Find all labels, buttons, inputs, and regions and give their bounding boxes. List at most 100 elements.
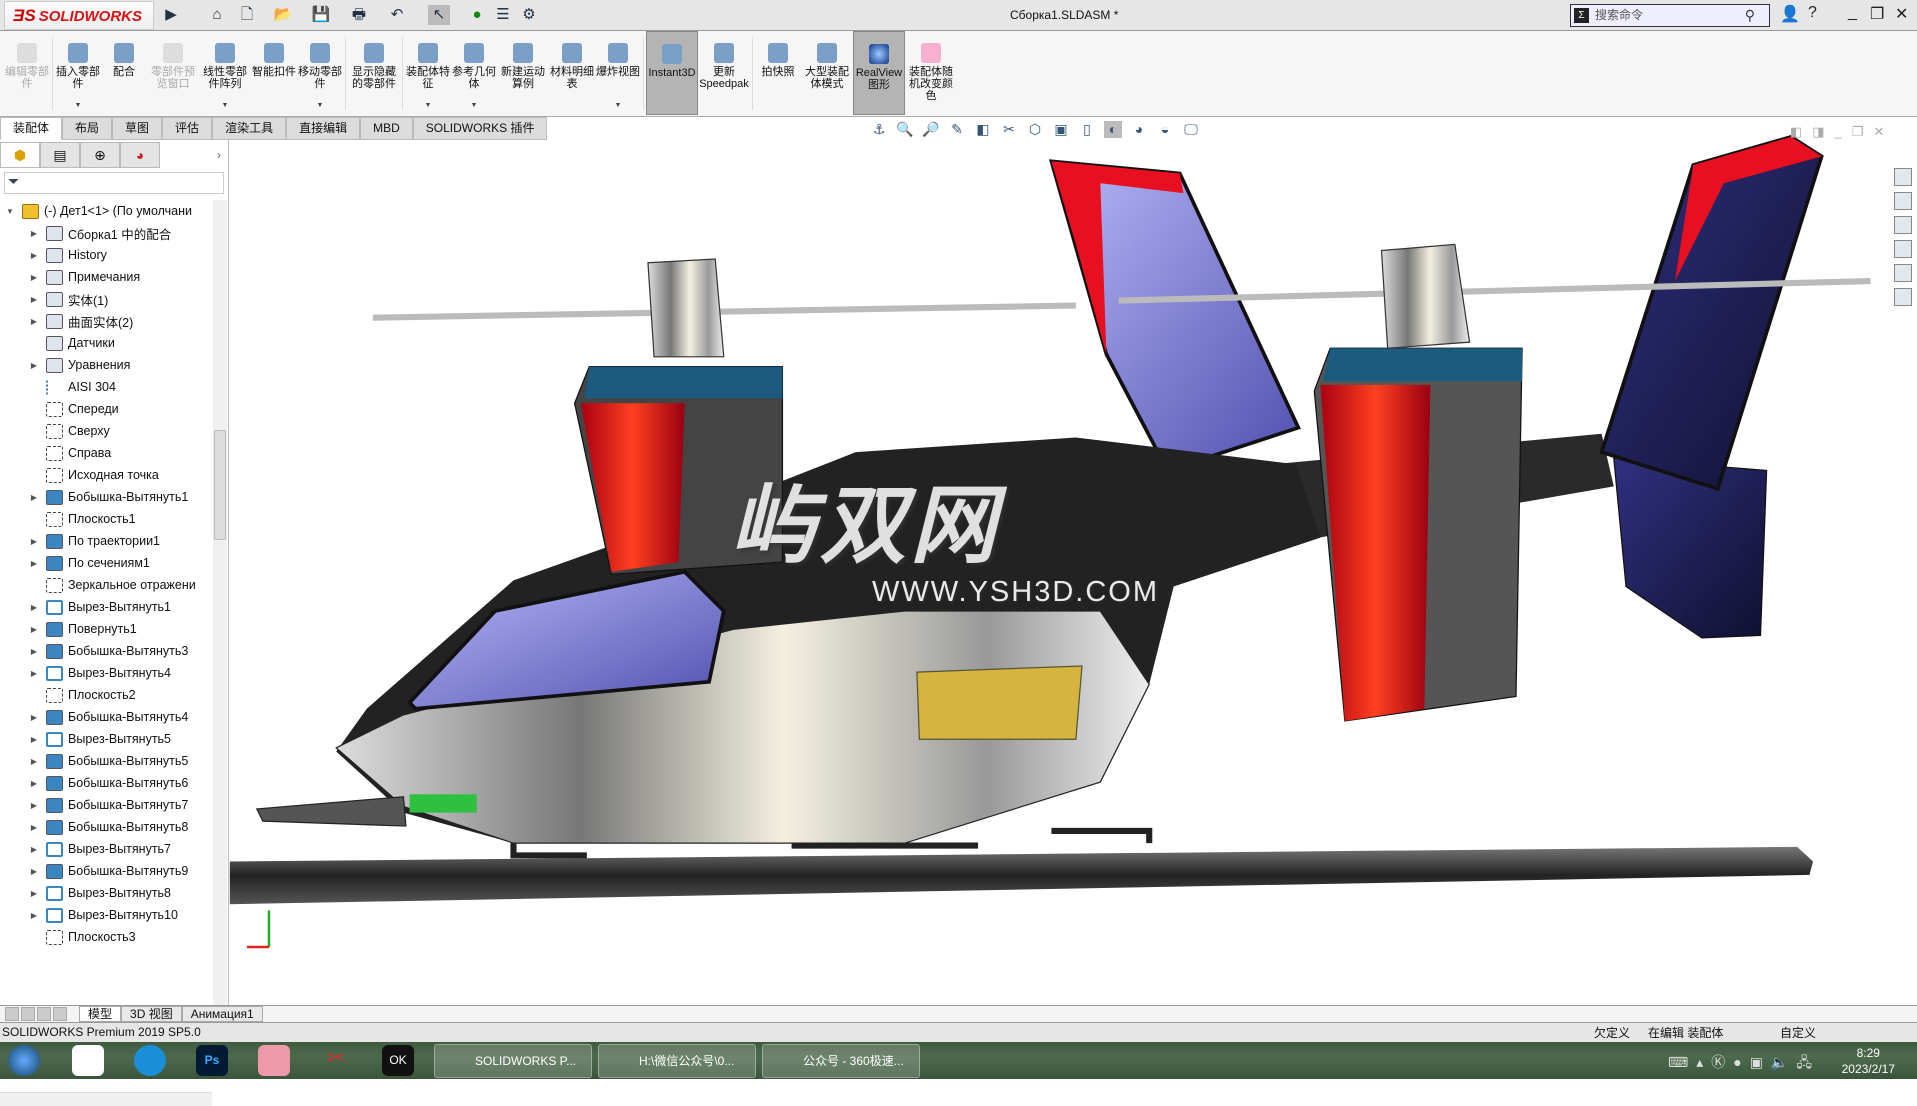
view-cube-icon[interactable]: ⬡ — [1026, 121, 1044, 138]
baidu-netdisk-icon[interactable] — [72, 1045, 104, 1076]
dynamic-annotation-icon[interactable]: ✂ — [1000, 121, 1018, 138]
dropdown-arrow-icon[interactable]: ▼ — [425, 100, 432, 112]
tree-item[interactable]: ▶ Бобышка-Вытянуть8 — [0, 816, 212, 838]
ribbon-button-12[interactable]: 爆炸视图 ▼ — [595, 31, 641, 115]
browser-icon[interactable] — [134, 1045, 166, 1076]
rebuild-icon[interactable]: ● — [466, 5, 488, 25]
tree-item[interactable]: AISI 304 — [0, 376, 212, 398]
tree-item[interactable]: Справа — [0, 442, 212, 464]
expand-arrow-icon[interactable]: ▶ — [28, 295, 40, 304]
options-gear-icon[interactable]: ⚙ — [518, 5, 540, 25]
dropdown-arrow-icon[interactable]: ▼ — [615, 100, 622, 112]
zoom-to-fit-icon[interactable]: 🔍 — [896, 121, 914, 138]
tree-item[interactable]: ▶ Вырез-Вытянуть7 — [0, 838, 212, 860]
tree-item[interactable]: Спереди — [0, 398, 212, 420]
print-icon[interactable]: 🖶 — [348, 5, 370, 25]
expand-arrow-icon[interactable]: ▶ — [28, 823, 40, 832]
dropdown-arrow-icon[interactable]: ▼ — [317, 100, 324, 112]
search-commands-input[interactable]: Σ 搜索命令 ⚲ — [1570, 4, 1770, 27]
scrollbar-thumb[interactable] — [214, 430, 226, 540]
start-button[interactable] — [8, 1045, 40, 1076]
ribbon-button-7[interactable]: 显示隐藏的零部件 — [348, 31, 400, 115]
expand-arrow-icon[interactable]: ▶ — [28, 251, 40, 260]
tree-item[interactable]: Плоскость3 — [0, 926, 212, 948]
tree-item[interactable]: ▶ По сечениям1 — [0, 552, 212, 574]
featuremanager-tab-icon[interactable]: ⬢ — [0, 142, 40, 168]
expand-arrow-icon[interactable]: ▶ — [28, 273, 40, 282]
tree-item[interactable]: ▶ Бобышка-Вытянуть6 — [0, 772, 212, 794]
displaymanager-tab-icon[interactable]: ◕ — [120, 142, 160, 168]
tab-5[interactable]: 直接编辑 — [286, 117, 361, 140]
tree-item[interactable]: ▶ По траектории1 — [0, 530, 212, 552]
apply-scene-icon[interactable]: ◕ — [1130, 121, 1148, 138]
expand-arrow-icon[interactable]: ▶ — [28, 889, 40, 898]
expand-arrow-icon[interactable]: ▶ — [28, 867, 40, 876]
expand-arrow-icon[interactable]: ▶ — [28, 757, 40, 766]
last-tab-button[interactable] — [53, 1007, 67, 1021]
tree-item[interactable]: ▼ (-) Дет1<1> (По умолчани — [0, 200, 212, 222]
file-explorer-icon[interactable] — [1894, 216, 1912, 234]
ribbon-button-13[interactable]: Instant3D — [646, 31, 698, 115]
tab-model[interactable]: 模型 — [79, 1006, 122, 1022]
restore-button[interactable]: ❐ — [1870, 4, 1884, 24]
dropdown-arrow-icon[interactable]: ▼ — [222, 100, 229, 112]
tree-item[interactable]: ▶ Бобышка-Вытянуть1 — [0, 486, 212, 508]
minimize-button[interactable]: _ — [1848, 4, 1857, 22]
tree-item[interactable]: Плоскость1 — [0, 508, 212, 530]
new-file-icon[interactable]: 🗋 — [236, 5, 258, 25]
photo-app-icon[interactable] — [258, 1045, 290, 1076]
open-icon[interactable]: 📂 — [272, 5, 294, 25]
tab-3[interactable]: 评估 — [162, 117, 213, 140]
resources-icon[interactable] — [1894, 168, 1912, 186]
section-view-icon[interactable]: ◧ — [974, 121, 992, 138]
expand-arrow-icon[interactable]: ▶ — [28, 735, 40, 744]
view-orientation-icon[interactable]: ⚓ — [870, 121, 888, 138]
chevron-right-icon[interactable]: › — [217, 142, 229, 168]
expand-arrow-icon[interactable]: ▶ — [28, 647, 40, 656]
ribbon-button-3[interactable]: 零部件预览窗口 — [147, 31, 199, 115]
expand-arrow-icon[interactable]: ▶ — [28, 845, 40, 854]
ribbon-button-14[interactable]: 更新Speedpak — [698, 31, 750, 115]
tree-filter[interactable]: ⏷ — [4, 172, 224, 194]
expand-arrow-icon[interactable]: ▶ — [28, 493, 40, 502]
expand-arrow-icon[interactable]: ▶ — [28, 911, 40, 920]
expand-arrow-icon[interactable]: ▶ — [28, 779, 40, 788]
expand-arrow-icon[interactable]: ▶ — [28, 801, 40, 810]
tree-vertical-scrollbar[interactable] — [213, 200, 227, 1005]
file-properties-icon[interactable]: ☰ — [492, 5, 514, 25]
undo-icon[interactable]: ↶ — [386, 5, 408, 25]
tree-horizontal-scrollbar[interactable] — [0, 1092, 212, 1106]
ribbon-button-8[interactable]: 装配体特征 ▼ — [405, 31, 451, 115]
tab-animation[interactable]: Анимация1 — [181, 1006, 263, 1022]
taskbar-360-browser[interactable]: 公众号 - 360极速... — [762, 1044, 920, 1078]
tree-item[interactable]: Плоскость2 — [0, 684, 212, 706]
select-icon[interactable]: ↖ — [428, 5, 450, 25]
tree-item[interactable]: Зеркальное отражени — [0, 574, 212, 596]
ribbon-button-1[interactable]: 插入零部件 ▼ — [55, 31, 101, 115]
ribbon-button-11[interactable]: 材料明细表 — [549, 31, 595, 115]
design-library-icon[interactable] — [1894, 192, 1912, 210]
ribbon-button-0[interactable]: 编辑零部件 — [4, 31, 50, 115]
custom-properties-icon[interactable] — [1894, 288, 1912, 306]
tab-4[interactable]: 渲染工具 — [212, 117, 287, 140]
tree-item[interactable]: ▶ Примечания — [0, 266, 212, 288]
tree-item[interactable]: ▶ Бобышка-Вытянуть9 — [0, 860, 212, 882]
units-selector[interactable]: 自定义 — [1780, 1024, 1816, 1041]
scissors-icon[interactable]: ✂ — [320, 1045, 352, 1076]
ribbon-button-17[interactable]: RealView图形 — [853, 31, 905, 115]
next-tab-button[interactable] — [37, 1007, 51, 1021]
search-icon[interactable]: ⚲ — [1745, 5, 1755, 26]
viewport-window-controls[interactable]: ◧◨_❐✕ — [1790, 124, 1894, 140]
close-button[interactable]: ✕ — [1895, 4, 1908, 24]
view-palette-icon[interactable] — [1894, 240, 1912, 258]
previous-view-icon[interactable]: ✎ — [948, 121, 966, 138]
tree-item[interactable]: ▶ 曲面实体(2) — [0, 310, 212, 332]
tree-item[interactable]: Исходная точка — [0, 464, 212, 486]
tab-1[interactable]: 布局 — [62, 117, 113, 140]
configurationmanager-tab-icon[interactable]: ⊕ — [80, 142, 120, 168]
dropdown-arrow-icon[interactable]: ▼ — [471, 100, 478, 112]
tree-item[interactable]: ▶ Бобышка-Вытянуть7 — [0, 794, 212, 816]
home-icon[interactable]: ⌂ — [206, 5, 228, 25]
expand-arrow-icon[interactable]: ▶ — [28, 537, 40, 546]
expand-arrow-icon[interactable]: ▶ — [28, 229, 40, 238]
